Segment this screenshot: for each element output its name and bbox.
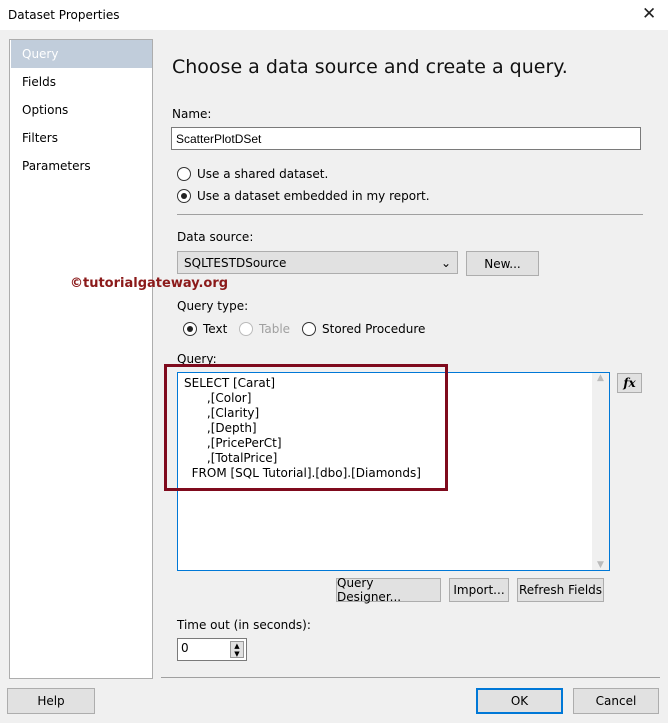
radio-stored-procedure[interactable]: Stored Procedure (302, 322, 425, 336)
sidebar-item-query[interactable]: Query (11, 40, 152, 68)
close-icon[interactable]: ✕ (642, 4, 656, 24)
radio-label: Use a shared dataset. (197, 167, 329, 181)
radio-icon (177, 167, 191, 181)
refresh-fields-button[interactable]: Refresh Fields (517, 578, 604, 602)
radio-table: Table (239, 322, 290, 336)
radio-icon (239, 322, 253, 336)
query-type-label: Query type: (177, 299, 249, 313)
radio-label: Text (203, 322, 228, 336)
radio-label: Table (259, 322, 291, 336)
new-datasource-button[interactable]: New... (466, 251, 539, 276)
scrollbar[interactable]: ▲ ▼ (592, 373, 609, 570)
cancel-button[interactable]: Cancel (573, 688, 659, 714)
sidebar-item-options[interactable]: Options (11, 96, 152, 124)
ok-button[interactable]: OK (476, 688, 563, 714)
sidebar: Query Fields Options Filters Parameters (9, 39, 153, 679)
divider (177, 214, 643, 215)
datasource-value: SQLTESTDSource (184, 255, 287, 270)
datasource-select[interactable]: SQLTESTDSource ⌄ (177, 251, 458, 274)
radio-label: Use a dataset embedded in my report. (197, 189, 430, 203)
page-title: Choose a data source and create a query. (172, 56, 568, 78)
radio-checked-icon (177, 189, 191, 203)
watermark: ©tutorialgateway.org (70, 276, 229, 291)
chevron-down-icon: ⌄ (440, 255, 451, 270)
sidebar-item-parameters[interactable]: Parameters (11, 152, 152, 180)
timeout-label: Time out (in seconds): (177, 618, 311, 632)
highlight-box (164, 364, 448, 491)
radio-shared-dataset[interactable]: Use a shared dataset. (177, 167, 328, 181)
datasource-label: Data source: (177, 230, 254, 244)
name-input[interactable] (171, 127, 641, 150)
name-label: Name: (172, 107, 212, 121)
sidebar-item-filters[interactable]: Filters (11, 124, 152, 152)
import-button[interactable]: Import... (449, 578, 509, 602)
radio-text[interactable]: Text (183, 322, 227, 336)
radio-label: Stored Procedure (322, 322, 426, 336)
radio-checked-icon (183, 322, 197, 336)
radio-embedded-dataset[interactable]: Use a dataset embedded in my report. (177, 189, 430, 203)
radio-icon (302, 322, 316, 336)
timeout-stepper[interactable]: 0 ▲ ▼ (177, 638, 247, 661)
spin-buttons[interactable]: ▲ ▼ (230, 641, 244, 658)
window-title: Dataset Properties (8, 8, 120, 22)
query-designer-button[interactable]: Query Designer... (336, 576, 441, 604)
sidebar-item-fields[interactable]: Fields (11, 68, 152, 96)
expression-button[interactable]: fx (617, 373, 642, 393)
timeout-value: 0 (181, 641, 189, 655)
help-button[interactable]: Help (7, 688, 95, 714)
footer-divider (161, 677, 660, 678)
